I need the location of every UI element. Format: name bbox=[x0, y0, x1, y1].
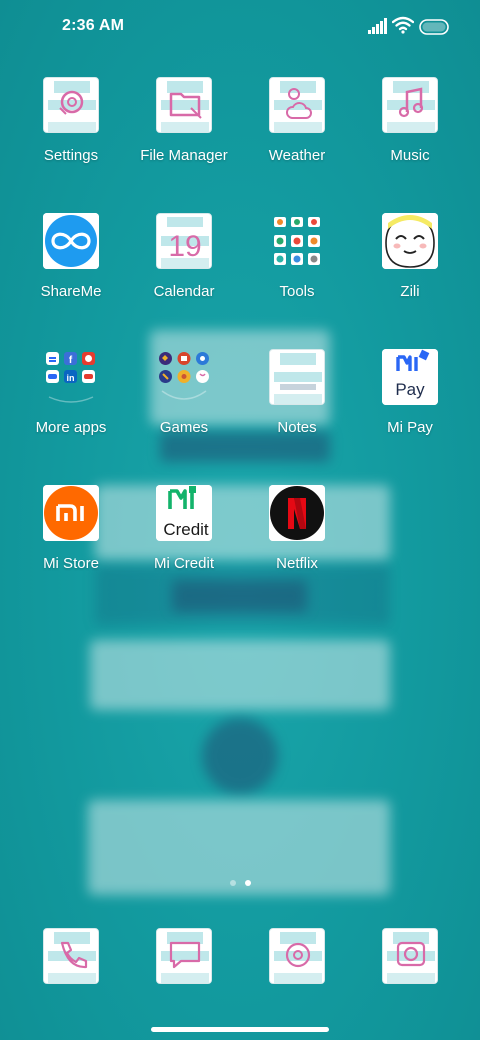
svg-text:in: in bbox=[67, 373, 75, 383]
app-notes[interactable]: Notes bbox=[241, 349, 353, 465]
status-time: 2:36 AM bbox=[62, 17, 125, 34]
app-label: ShareMe bbox=[40, 283, 102, 300]
zili-icon bbox=[382, 213, 438, 269]
app-label: Mi Store bbox=[43, 555, 99, 572]
app-label: Mi Pay bbox=[387, 419, 433, 436]
app-label: Settings bbox=[43, 147, 99, 164]
app-folder-more-apps[interactable]: f in More apps bbox=[15, 349, 127, 465]
app-label: More apps bbox=[35, 419, 107, 436]
mi-store-icon bbox=[43, 485, 99, 541]
dock-browser[interactable] bbox=[269, 928, 325, 984]
battery-icon bbox=[419, 19, 449, 35]
settings-icon bbox=[43, 77, 99, 133]
games-folder-icon bbox=[156, 349, 212, 405]
app-label: Zili bbox=[400, 283, 420, 300]
app-label: Netflix bbox=[276, 555, 318, 572]
notes-icon bbox=[269, 349, 325, 405]
calendar-day: 19 bbox=[168, 230, 201, 263]
app-label: Music bbox=[390, 147, 430, 164]
more-apps-folder-icon: f in bbox=[43, 349, 99, 405]
music-icon bbox=[382, 77, 438, 133]
page-dot[interactable] bbox=[230, 880, 236, 886]
app-label: Notes bbox=[277, 419, 317, 436]
app-label: File Manager bbox=[140, 147, 228, 164]
app-weather[interactable]: Weather bbox=[241, 77, 353, 193]
app-netflix[interactable]: Netflix bbox=[241, 485, 353, 601]
app-label: Weather bbox=[268, 147, 326, 164]
mi-credit-text: Credit bbox=[163, 520, 209, 539]
phone-icon bbox=[44, 929, 98, 983]
app-music[interactable]: Music bbox=[354, 77, 466, 193]
file-manager-icon bbox=[156, 77, 212, 133]
app-label: Tools bbox=[279, 283, 315, 300]
weather-icon bbox=[269, 77, 325, 133]
mi-pay-text: Pay bbox=[395, 380, 425, 399]
page-dot-active[interactable] bbox=[245, 880, 251, 886]
calendar-icon: 19 bbox=[156, 213, 212, 269]
home-indicator[interactable] bbox=[151, 1027, 329, 1032]
shareme-icon bbox=[43, 213, 99, 269]
browser-icon bbox=[270, 929, 324, 983]
app-folder-tools[interactable]: Tools bbox=[241, 213, 353, 329]
tools-folder-icon bbox=[269, 213, 325, 269]
app-label: Mi Credit bbox=[153, 555, 214, 572]
app-label: Calendar bbox=[153, 283, 215, 300]
dock-phone[interactable] bbox=[43, 928, 99, 984]
app-mi-pay[interactable]: Pay Mi Pay bbox=[354, 349, 466, 465]
mi-credit-icon: Credit bbox=[156, 485, 212, 541]
netflix-icon bbox=[269, 485, 325, 541]
app-label: Games bbox=[159, 419, 209, 436]
messages-icon bbox=[157, 929, 211, 983]
app-folder-games[interactable]: Games bbox=[128, 349, 240, 465]
app-settings[interactable]: Settings bbox=[15, 77, 127, 193]
app-file-manager[interactable]: File Manager bbox=[128, 77, 240, 193]
app-mi-credit[interactable]: Credit Mi Credit bbox=[128, 485, 240, 601]
page-indicator bbox=[226, 878, 256, 888]
app-zili[interactable]: Zili bbox=[354, 213, 466, 329]
app-calendar[interactable]: 19 Calendar bbox=[128, 213, 240, 329]
dock-camera[interactable] bbox=[382, 928, 438, 984]
camera-icon bbox=[383, 929, 437, 983]
mi-pay-icon: Pay bbox=[382, 349, 438, 405]
wifi-icon bbox=[392, 16, 414, 34]
app-mi-store[interactable]: Mi Store bbox=[15, 485, 127, 601]
status-bar: 2:36 AM bbox=[0, 0, 480, 56]
signal-icon bbox=[368, 18, 387, 34]
app-shareme[interactable]: ShareMe bbox=[15, 213, 127, 329]
dock-messages[interactable] bbox=[156, 928, 212, 984]
